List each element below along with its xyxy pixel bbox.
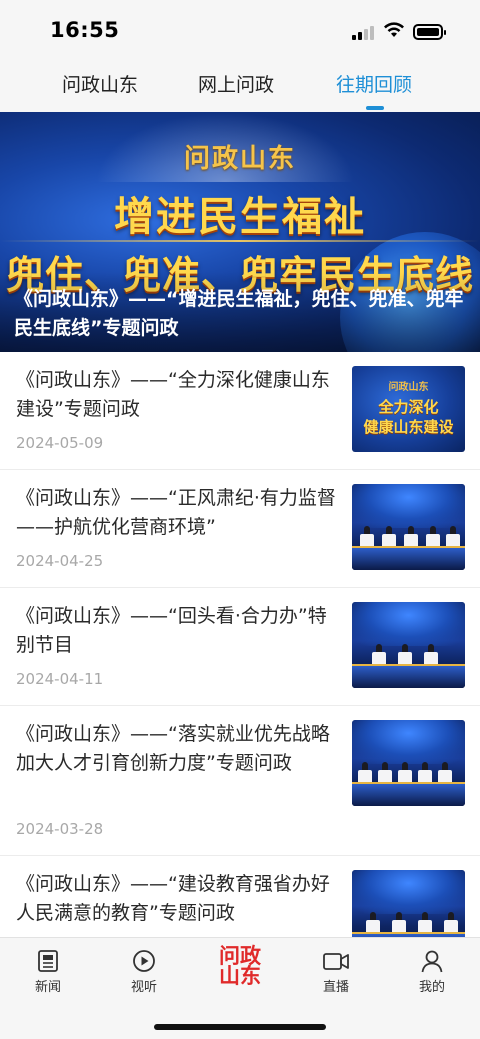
active-tab-indicator [366, 106, 384, 110]
nav-wenzheng-logo[interactable]: 问政 山东 [210, 944, 270, 988]
item-date: 2024-04-11 [16, 670, 104, 688]
nav-live[interactable]: 直播 [306, 948, 366, 995]
item-title: 《问政山东》——“建设教育强省办好人民满意的教育”专题问政 [16, 873, 330, 924]
list-item[interactable]: 《问政山东》——“全力深化健康山东建设”专题问政 2024-05-09 问政山东… [0, 352, 480, 470]
tab-wenzheng-shandong[interactable]: 问政山东 [62, 70, 138, 97]
item-title: 《问政山东》——“正风肃纪·有力监督——护航优化营商环境” [16, 487, 336, 538]
person-icon [421, 950, 443, 973]
top-tab-bar: 问政山东 网上问政 往期回顾 [0, 62, 480, 112]
item-thumbnail [352, 484, 465, 570]
featured-banner[interactable]: 问政山东 增进民生福祉 兜住、兜准、兜牢民生底线 《问政山东》——“增进民生福祉… [0, 112, 480, 352]
banner-logo: 问政山东 [183, 144, 296, 174]
item-date: 2024-05-09 [16, 434, 104, 452]
nav-live-label: 直播 [322, 980, 349, 995]
status-time: 16:55 [50, 18, 120, 42]
list-item[interactable]: 《问政山东》——“回头看·合力办”特别节目 2024-04-11 [0, 588, 480, 706]
wenzheng-logo-line2: 山东 [219, 964, 261, 988]
item-date: 2024-03-28 [16, 820, 104, 838]
news-icon [38, 950, 58, 972]
banner-headline: 增进民生福祉 [114, 194, 366, 240]
wifi-icon [384, 22, 404, 37]
item-date: 2024-04-25 [16, 552, 104, 570]
item-title: 《问政山东》——“落实就业优先战略 加大人才引育创新力度”专题问政 [16, 723, 330, 774]
list-item[interactable]: 《问政山东》——“正风肃纪·有力监督——护航优化营商环境” 2024-04-25 [0, 470, 480, 588]
wenzheng-logo-line1: 问政 [219, 944, 261, 968]
home-indicator [154, 1024, 326, 1030]
item-title: 《问政山东》——“回头看·合力办”特别节目 [16, 605, 327, 656]
nav-news[interactable]: 新闻 [18, 948, 78, 995]
tab-past-review[interactable]: 往期回顾 [336, 70, 412, 97]
signal-icon [352, 24, 374, 40]
list-item[interactable]: 《问政山东》——“建设教育强省办好人民满意的教育”专题问政 [0, 856, 480, 950]
nav-video-label: 视听 [130, 980, 157, 995]
tab-online-wenzheng[interactable]: 网上问政 [198, 70, 274, 97]
list-item[interactable]: 《问政山东》——“落实就业优先战略 加大人才引育创新力度”专题问政 2024-0… [0, 706, 480, 856]
item-thumbnail [352, 602, 465, 688]
item-title: 《问政山东》——“全力深化健康山东建设”专题问政 [16, 369, 330, 420]
battery-icon [413, 24, 446, 40]
nav-news-label: 新闻 [34, 980, 61, 995]
banner-caption: 《问政山东》——“增进民生福祉，兜住、兜准、兜牢民生底线”专题问政 [14, 288, 464, 339]
play-icon [133, 950, 155, 972]
item-thumbnail [352, 720, 465, 806]
item-thumbnail: 问政山东 全力深化 健康山东建设 [352, 366, 465, 452]
nav-mine-label: 我的 [418, 980, 445, 995]
nav-video[interactable]: 视听 [114, 948, 174, 995]
status-bar: 16:55 [0, 0, 480, 62]
nav-mine[interactable]: 我的 [402, 948, 462, 995]
camera-icon [323, 953, 349, 970]
